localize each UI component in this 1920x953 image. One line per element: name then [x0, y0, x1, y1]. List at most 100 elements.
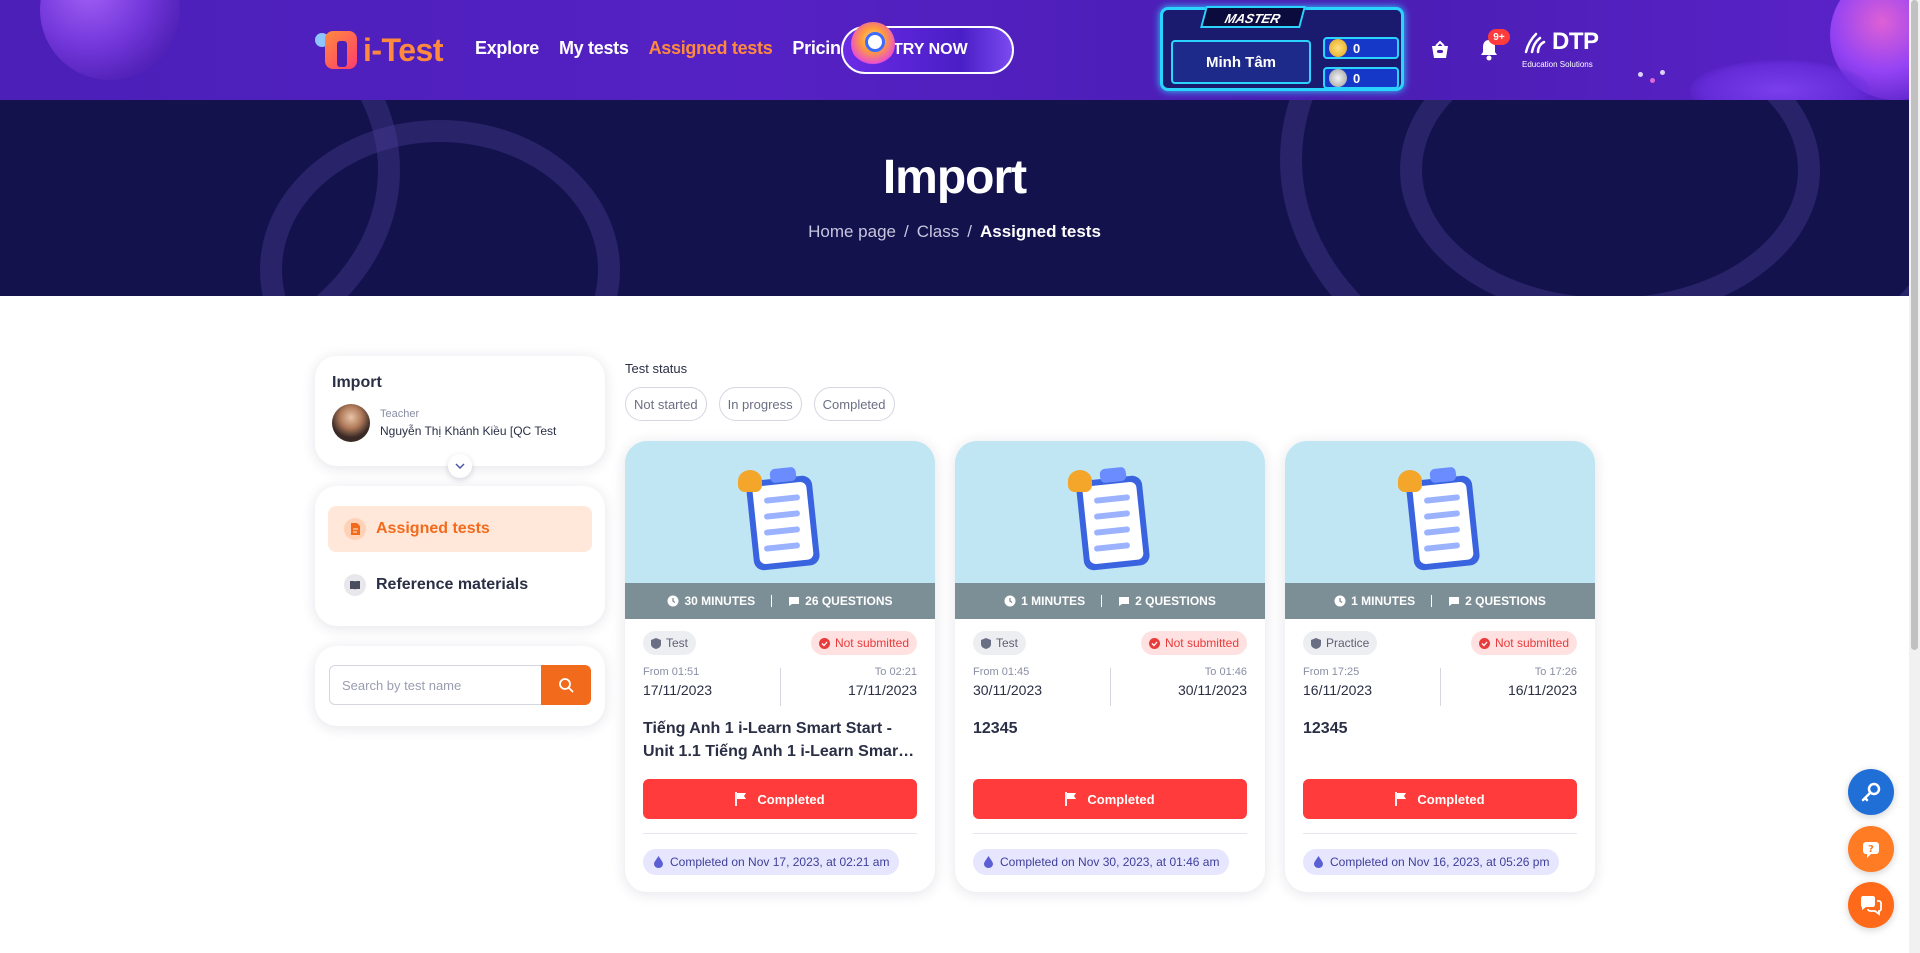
sidebar-item-label: Assigned tests: [376, 520, 490, 537]
nav-explore[interactable]: Explore: [475, 38, 539, 59]
test-type-label: Test: [996, 636, 1019, 650]
clock-icon: [1334, 595, 1346, 607]
shield-icon: [651, 637, 661, 649]
clock-icon: [667, 595, 679, 607]
dtp-tagline: Education Solutions: [1522, 60, 1593, 69]
completed-button-label: Completed: [757, 791, 825, 807]
teacher-info: Teacher Nguyễn Thị Khánh Kiều [QC Test: [332, 404, 588, 442]
end-time: To 01:46: [1204, 666, 1247, 678]
planet-decoration: [40, 0, 180, 80]
book-icon: [344, 574, 366, 596]
sidebar-item-reference-materials[interactable]: Reference materials: [328, 562, 592, 608]
breadcrumb-current: Assigned tests: [979, 222, 1101, 241]
completed-button-label: Completed: [1087, 791, 1155, 807]
help-floating-button[interactable]: ?: [1848, 826, 1894, 872]
end-date: 30/11/2023: [1177, 682, 1247, 698]
completed-button[interactable]: Completed: [1303, 779, 1577, 819]
breadcrumb-class[interactable]: Class: [917, 222, 960, 242]
completed-button-label: Completed: [1417, 791, 1485, 807]
card-illustration: [1285, 441, 1595, 583]
chat-floating-button[interactable]: [1848, 882, 1894, 928]
teacher-avatar: [332, 404, 370, 442]
search-button[interactable]: [541, 665, 591, 705]
key-floating-button[interactable]: [1848, 769, 1894, 815]
status-badge: Not submitted: [810, 631, 917, 655]
completed-button[interactable]: Completed: [643, 779, 917, 819]
test-type-badge: Test: [643, 631, 697, 655]
clipboard-icon: [738, 464, 822, 574]
card-meta-bar: 1 MINUTES 2 QUESTIONS: [1285, 583, 1595, 619]
status-badge: Not submitted: [1470, 631, 1577, 655]
user-rank-badge: MASTER: [1200, 6, 1306, 28]
drop-icon: [1314, 856, 1323, 868]
teacher-name: Nguyễn Thị Khánh Kiều [QC Test: [380, 424, 557, 438]
start-date: 30/11/2023: [973, 682, 1043, 698]
card-date-range: From 01:45 30/11/2023 To 01:46 30/11/2023: [973, 666, 1247, 706]
clock-icon: [1004, 595, 1016, 607]
start-date: 16/11/2023: [1303, 682, 1373, 698]
status-label: Not submitted: [1164, 636, 1239, 650]
top-navigation-bar: i-Test Explore My tests Assigned tests P…: [0, 0, 1909, 100]
drop-icon: [984, 856, 993, 868]
status-label: Not submitted: [1494, 636, 1569, 650]
gold-coin-value: 0: [1353, 40, 1361, 56]
flag-icon: [1395, 792, 1407, 806]
notification-badge: 9+: [1488, 29, 1510, 45]
card-question-count: 2 QUESTIONS: [1465, 594, 1546, 608]
start-time: From 01:45: [973, 666, 1030, 678]
user-profile-card[interactable]: MASTER Minh Tâm 0 0: [1160, 6, 1404, 91]
completed-on-text: Completed on Nov 16, 2023, at 05:26 pm: [1330, 855, 1550, 869]
silver-coin-counter: 0: [1323, 67, 1399, 89]
card-date-range: From 01:51 17/11/2023 To 02:21 17/11/2023: [643, 666, 917, 706]
i-test-logo[interactable]: i-Test: [315, 28, 443, 72]
test-card[interactable]: 30 MINUTES 26 QUESTIONS Test Not submitt…: [625, 441, 935, 892]
scrollbar-thumb[interactable]: [1911, 0, 1918, 650]
page-scrollbar[interactable]: [1909, 0, 1920, 953]
start-time: From 17:25: [1303, 666, 1360, 678]
test-type-badge: Test: [973, 631, 1027, 655]
key-icon: [1861, 782, 1881, 802]
search-input[interactable]: [329, 665, 541, 705]
logo-text: i-Test: [363, 31, 443, 68]
card-title[interactable]: 12345: [1303, 717, 1577, 740]
nav-my-tests[interactable]: My tests: [559, 38, 629, 59]
test-card[interactable]: 1 MINUTES 2 QUESTIONS Test Not submitted…: [955, 441, 1265, 892]
completed-button[interactable]: Completed: [973, 779, 1247, 819]
card-duration: 1 MINUTES: [1021, 594, 1086, 608]
completed-on-badge: Completed on Nov 30, 2023, at 01:46 am: [973, 849, 1230, 875]
card-title[interactable]: Tiếng Anh 1 i-Learn Smart Start - Unit 1…: [643, 717, 917, 763]
start-time: From 01:51: [643, 666, 700, 678]
search-box: [329, 665, 591, 705]
rocket-icon: [851, 22, 895, 66]
filter-in-progress[interactable]: In progress: [718, 387, 802, 421]
silver-coin-value: 0: [1353, 70, 1361, 86]
drop-icon: [654, 856, 663, 868]
svg-text:?: ?: [1868, 844, 1874, 855]
main-nav: Explore My tests Assigned tests Pricing: [475, 38, 852, 59]
filter-completed[interactable]: Completed: [813, 387, 895, 421]
card-duration: 30 MINUTES: [684, 594, 756, 608]
question-bubble-icon: [789, 597, 800, 606]
card-title[interactable]: 12345: [973, 717, 1247, 740]
card-illustration: [625, 441, 935, 583]
clipboard-icon: [1068, 464, 1152, 574]
test-type-label: Practice: [1326, 636, 1370, 650]
end-date: 17/11/2023: [847, 682, 917, 698]
expand-class-button[interactable]: [448, 454, 472, 478]
sidebar-item-assigned-tests[interactable]: Assigned tests: [328, 506, 592, 552]
card-meta-bar: 1 MINUTES 2 QUESTIONS: [955, 583, 1265, 619]
shopping-basket-icon[interactable]: [1427, 37, 1453, 63]
end-time: To 17:26: [1534, 666, 1577, 678]
page-title: Import: [882, 151, 1027, 204]
shield-icon: [1311, 637, 1321, 649]
nav-assigned-tests[interactable]: Assigned tests: [649, 38, 773, 59]
breadcrumb-home[interactable]: Home page: [808, 222, 896, 242]
status-filter-chips: Not started In progress Completed: [625, 387, 895, 421]
end-date: 16/11/2023: [1507, 682, 1577, 698]
test-status-label: Test status: [625, 361, 688, 376]
search-panel: [315, 646, 605, 726]
filter-not-started[interactable]: Not started: [625, 387, 707, 421]
test-card[interactable]: 1 MINUTES 2 QUESTIONS Practice Not submi…: [1285, 441, 1595, 892]
try-now-button[interactable]: TRY NOW: [841, 22, 1014, 74]
star-decoration: [1660, 70, 1665, 75]
